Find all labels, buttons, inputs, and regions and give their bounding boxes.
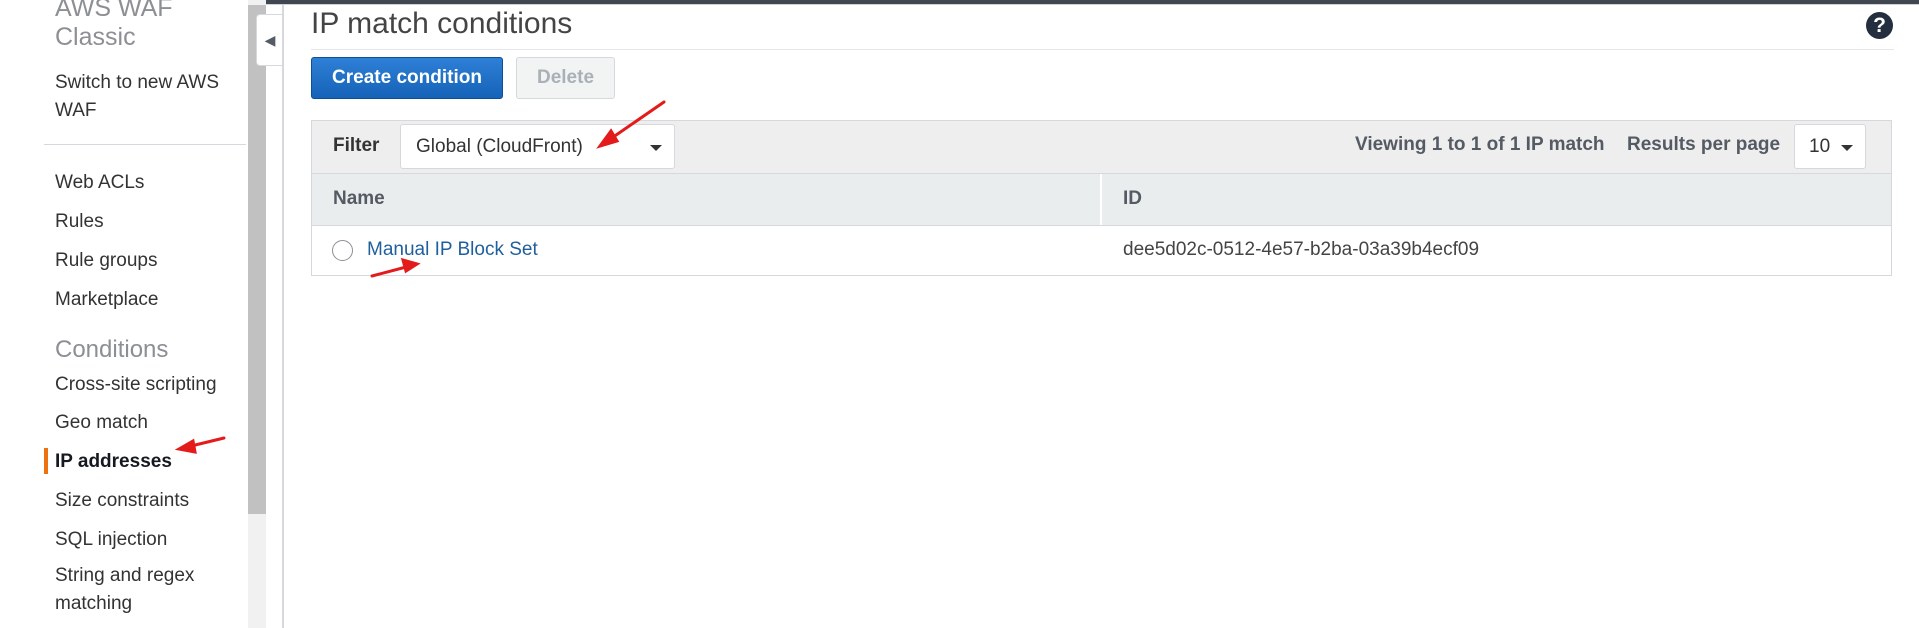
sidebar-item-ip-addresses[interactable]: IP addresses xyxy=(55,450,172,474)
sidebar-item-marketplace[interactable]: Marketplace xyxy=(55,288,159,312)
sidebar-item-sql-injection[interactable]: SQL injection xyxy=(55,528,167,552)
sidebar: AWS WAF Classic Switch to new AWS WAF We… xyxy=(0,0,248,628)
sidebar-item-web-acls[interactable]: Web ACLs xyxy=(55,171,144,195)
condition-id: dee5d02c-0512-4e57-b2ba-03a39b4ecf09 xyxy=(1123,239,1480,260)
results-per-page-value: 10 xyxy=(1809,135,1831,157)
create-condition-button[interactable]: Create condition xyxy=(311,57,503,99)
column-header-id[interactable]: ID xyxy=(1123,188,1142,210)
sidebar-item-cross-site-scripting[interactable]: Cross-site scripting xyxy=(55,373,217,397)
filter-selected-value: Global (CloudFront) xyxy=(416,135,583,157)
sidebar-item-rules[interactable]: Rules xyxy=(55,210,104,234)
window-top-border xyxy=(0,0,1919,5)
switch-to-new-waf-link[interactable]: Switch to new AWS WAF xyxy=(55,69,240,125)
chevron-left-icon: ◀ xyxy=(264,31,276,48)
results-per-page-label: Results per page xyxy=(1627,134,1781,155)
sidebar-title: AWS WAF Classic xyxy=(55,0,173,51)
active-item-indicator xyxy=(44,448,48,474)
delete-button: Delete xyxy=(516,57,615,99)
collapse-sidebar-button[interactable]: ◀ xyxy=(256,14,283,66)
sidebar-item-geo-match[interactable]: Geo match xyxy=(55,411,148,435)
main-divider xyxy=(282,5,284,628)
sidebar-divider xyxy=(44,144,246,145)
filter-label: Filter xyxy=(333,135,380,156)
title-divider xyxy=(311,49,1894,50)
filter-select[interactable]: Global (CloudFront) xyxy=(400,124,675,169)
results-per-page-select[interactable]: 10 xyxy=(1794,124,1866,169)
column-separator xyxy=(1100,174,1102,225)
caret-down-icon xyxy=(1841,145,1853,151)
page-title: IP match conditions xyxy=(311,7,573,40)
condition-name-link[interactable]: Manual IP Block Set xyxy=(367,239,538,261)
help-icon[interactable]: ? xyxy=(1866,12,1893,39)
sidebar-section-conditions: Conditions xyxy=(55,336,169,363)
caret-down-icon xyxy=(650,145,662,151)
row-select-radio[interactable] xyxy=(332,240,353,261)
sidebar-item-string-regex-matching[interactable]: String and regex matching xyxy=(55,562,235,618)
viewing-count: Viewing 1 to 1 of 1 IP match xyxy=(1355,134,1605,155)
sidebar-scroll-thumb[interactable] xyxy=(248,5,266,514)
column-header-name[interactable]: Name xyxy=(333,188,385,210)
annotation-arrows xyxy=(174,100,666,454)
sidebar-item-size-constraints[interactable]: Size constraints xyxy=(55,489,189,513)
sidebar-item-rule-groups[interactable]: Rule groups xyxy=(55,249,157,273)
